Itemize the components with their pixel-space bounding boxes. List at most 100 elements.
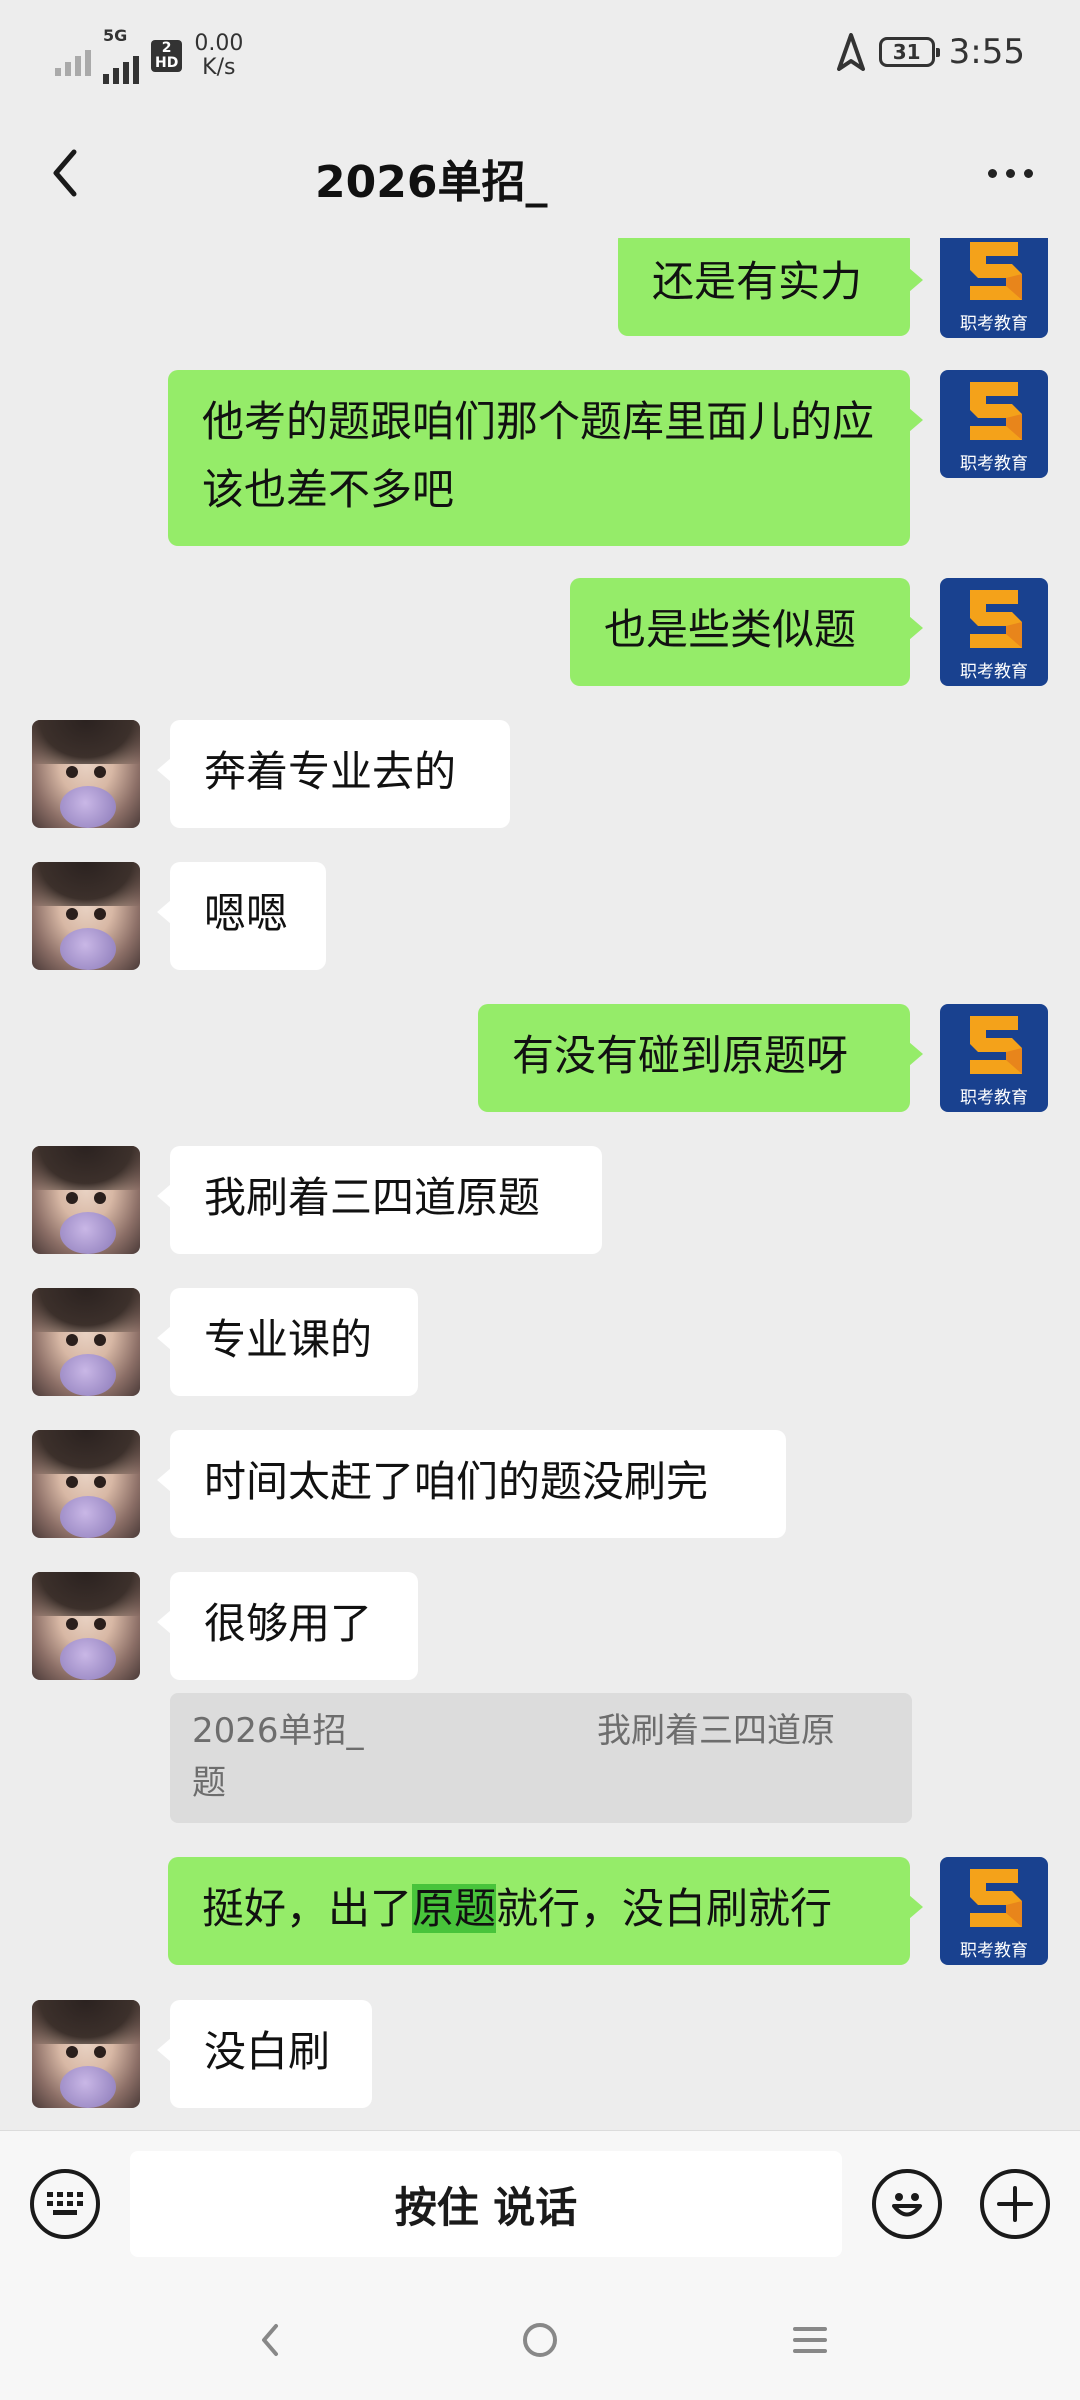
avatar-hair [32, 862, 140, 906]
hold-to-talk-button[interactable]: 按住 说话 [130, 2151, 842, 2257]
network-indicator: 5G [103, 28, 139, 84]
logo-icon [970, 242, 1022, 300]
more-icon-dot [1023, 168, 1033, 178]
network-speed-value: 0.00 [194, 31, 244, 56]
avatar-me[interactable]: 职考教育 [940, 238, 1048, 338]
status-bar-right: 31 3:55 [836, 32, 1025, 72]
message-bubble[interactable]: 专业课的 [157, 1288, 418, 1396]
more-button[interactable] [970, 138, 1050, 208]
avatar-brand-text: 职考教育 [960, 662, 1028, 682]
avatar-contact[interactable] [32, 1572, 140, 1680]
logo-icon [970, 382, 1022, 440]
avatar-eye [94, 1476, 106, 1488]
message-text: 时间太赶了咱们的题没刷完 [204, 1457, 709, 1506]
avatar-hair [32, 1146, 140, 1190]
nav-home-button[interactable] [510, 2310, 570, 2370]
nav-menu-button[interactable] [780, 2310, 840, 2370]
message-bubble[interactable]: 挺好，出了原题就行，没白刷就行 [168, 1857, 923, 1965]
network-type-label: 5G [103, 26, 128, 45]
avatar-eye [94, 766, 106, 778]
hd-badge: 2 HD [151, 40, 183, 72]
message-text: 有没有碰到原题呀 [512, 1031, 849, 1080]
message-bubble[interactable]: 很够用了 [157, 1572, 418, 1680]
location-arrow-icon [836, 33, 865, 71]
signal-icon-sim2 [103, 44, 139, 84]
signal-icon-sim1 [55, 36, 91, 76]
hd-badge-number: 2 [161, 40, 172, 56]
message-bubble[interactable]: 也是些类似题 [570, 578, 923, 686]
message-bubble[interactable]: 嗯嗯 [157, 862, 326, 970]
avatar-hair [32, 1572, 140, 1616]
status-bar-left: 5G 2 HD 0.00 K/s [55, 28, 243, 84]
avatar-contact[interactable] [32, 2000, 140, 2108]
avatar-me[interactable]: 职考教育 [940, 1004, 1048, 1112]
message-bubble[interactable]: 还是有实力 [618, 238, 923, 336]
message-text: 嗯嗯 [204, 889, 289, 938]
battery-level: 31 [892, 40, 921, 64]
avatar-hair [32, 2000, 140, 2044]
avatar-contact[interactable] [32, 720, 140, 828]
logo-icon [970, 1869, 1022, 1927]
avatar-ball [60, 928, 116, 970]
quoted-message[interactable]: 2026单招_ 我刷着三四道原 题 [170, 1693, 912, 1823]
avatar-eye [94, 1334, 106, 1346]
avatar-contact[interactable] [32, 1430, 140, 1538]
back-button[interactable] [30, 138, 100, 208]
avatar-me[interactable]: 职考教育 [940, 370, 1048, 478]
search-highlight: 原题 [412, 1884, 497, 1933]
chat-title: 2026单招_ [315, 157, 548, 208]
input-bar: 按住 说话 [0, 2130, 1080, 2281]
avatar-hair [32, 1288, 140, 1332]
message-bubble[interactable]: 有没有碰到原题呀 [478, 1004, 923, 1112]
avatar-me[interactable]: 职考教育 [940, 1857, 1048, 1965]
network-speed-unit: K/s [202, 55, 236, 80]
avatar-eye [94, 908, 106, 920]
avatar-eye [66, 1334, 78, 1346]
emoji-icon [892, 2193, 922, 2217]
plus-icon [997, 2186, 1033, 2222]
emoji-button[interactable] [872, 2169, 942, 2239]
more-actions-button[interactable] [980, 2169, 1050, 2239]
status-bar: 5G 2 HD 0.00 K/s 31 3:55 [0, 0, 1080, 110]
hd-badge-label: HD [155, 55, 179, 71]
avatar-eye [66, 1476, 78, 1488]
message-text: 他考的题跟咱们那个题库里面儿的应该也差不多吧 [202, 397, 875, 514]
message-text: 挺好，出了 [202, 1884, 413, 1933]
nav-home-icon [523, 2323, 557, 2357]
message-text: 很够用了 [204, 1599, 373, 1648]
avatar-eye [66, 1192, 78, 1204]
avatar-me[interactable]: 职考教育 [940, 578, 1048, 686]
logo-icon [970, 590, 1022, 648]
avatar-eye [94, 1192, 106, 1204]
logo-icon [970, 1016, 1022, 1074]
avatar-eye [94, 1618, 106, 1630]
avatar-contact[interactable] [32, 862, 140, 970]
avatar-brand-text: 职考教育 [960, 1941, 1028, 1961]
quote-text: 我刷着三四道原 [597, 1711, 835, 1751]
message-text-after: 就行，没白刷就行 [496, 1884, 833, 1933]
quote-text-continued: 题 [192, 1763, 226, 1803]
message-bubble[interactable]: 他考的题跟咱们那个题库里面儿的应该也差不多吧 [168, 370, 923, 546]
message-bubble[interactable]: 没白刷 [157, 2000, 372, 2108]
avatar-contact[interactable] [32, 1288, 140, 1396]
avatar-eye [66, 908, 78, 920]
avatar-ball [60, 786, 116, 828]
avatar-eye [66, 766, 78, 778]
avatar-hair [32, 1430, 140, 1474]
more-icon [987, 168, 997, 178]
avatar-ball [60, 1638, 116, 1680]
keyboard-icon [47, 2192, 83, 2215]
message-list[interactable]: 还是有实力 职考教育 他考的题跟咱们那个题库里面儿的应该也差不多吧 职考教育 也… [0, 238, 1080, 2130]
battery-icon: 31 [878, 37, 940, 67]
keyboard-toggle-button[interactable] [30, 2169, 100, 2239]
nav-back-button[interactable] [240, 2310, 300, 2370]
avatar-ball [60, 1354, 116, 1396]
message-bubble[interactable]: 奔着专业去的 [157, 720, 510, 828]
avatar-ball [60, 1496, 116, 1538]
message-bubble[interactable]: 我刷着三四道原题 [157, 1146, 602, 1254]
avatar-contact[interactable] [32, 1146, 140, 1254]
message-bubble[interactable]: 时间太赶了咱们的题没刷完 [157, 1430, 786, 1538]
message-text: 奔着专业去的 [204, 747, 457, 796]
nav-back-icon [262, 2324, 278, 2356]
avatar-eye [66, 2046, 78, 2058]
